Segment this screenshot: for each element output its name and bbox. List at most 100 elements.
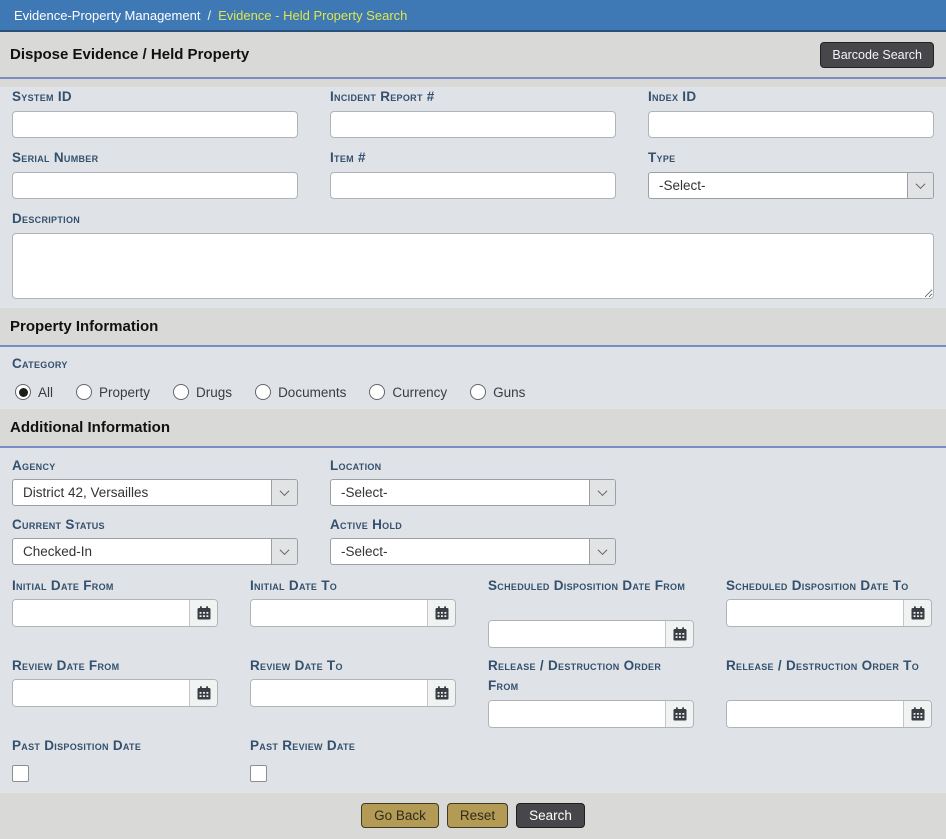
review-date-from-group [12, 679, 218, 707]
initial-date-to-label: Initial Date To [250, 576, 456, 597]
go-back-button[interactable]: Go Back [361, 803, 439, 828]
item-number-input[interactable] [330, 172, 616, 199]
calendar-icon[interactable] [189, 680, 217, 706]
scheduled-disposition-date-to-group [726, 599, 932, 627]
release-destruction-order-to-group [726, 700, 932, 728]
initial-date-from-group [12, 599, 218, 627]
calendar-icon[interactable] [189, 600, 217, 626]
serial-number-input[interactable] [12, 172, 298, 199]
scheduled-disposition-date-to-input[interactable] [727, 600, 903, 626]
radio-icon[interactable] [470, 384, 486, 400]
property-information-header: Property Information [0, 308, 946, 347]
additional-information-title: Additional Information [10, 419, 170, 436]
current-status-select[interactable]: Checked-In [12, 538, 298, 565]
breadcrumb-current: Evidence - Held Property Search [218, 8, 407, 23]
chevron-down-icon[interactable] [589, 480, 615, 505]
agency-select-value: District 42, Versailles [13, 480, 271, 505]
item-number-label: Item # [330, 148, 616, 168]
index-id-label: Index ID [648, 87, 934, 107]
release-destruction-order-from-label: Release / Destruction Order From [488, 656, 694, 698]
description-textarea[interactable] [12, 233, 934, 299]
type-select[interactable]: -Select- [648, 172, 934, 199]
location-label: Location [330, 456, 616, 476]
active-hold-label: Active Hold [330, 515, 616, 535]
incident-report-label: Incident Report # [330, 87, 616, 107]
calendar-icon[interactable] [903, 600, 931, 626]
category-panel: Category All Property Drugs Documents Cu… [0, 347, 946, 409]
system-id-label: System ID [12, 87, 298, 107]
agency-select[interactable]: District 42, Versailles [12, 479, 298, 506]
review-date-to-input[interactable] [251, 680, 427, 706]
chevron-down-icon[interactable] [589, 539, 615, 564]
chevron-down-icon[interactable] [907, 173, 933, 198]
property-information-title: Property Information [10, 318, 158, 335]
scheduled-disposition-date-from-input[interactable] [489, 621, 665, 647]
chevron-down-icon[interactable] [271, 480, 297, 505]
scheduled-disposition-date-from-label: Scheduled Disposition Date From [488, 576, 694, 618]
current-status-select-value: Checked-In [13, 539, 271, 564]
type-label: Type [648, 148, 934, 168]
initial-date-from-input[interactable] [13, 600, 189, 626]
incident-report-input[interactable] [330, 111, 616, 138]
active-hold-select-value: -Select- [331, 539, 589, 564]
initial-date-from-label: Initial Date From [12, 576, 218, 597]
release-destruction-order-to-input[interactable] [727, 701, 903, 727]
scheduled-disposition-date-to-label: Scheduled Disposition Date To [726, 576, 932, 597]
chevron-down-icon[interactable] [271, 539, 297, 564]
agency-label: Agency [12, 456, 298, 476]
category-option-guns[interactable]: Guns [470, 384, 525, 400]
past-review-date-label: Past Review Date [250, 736, 456, 756]
active-hold-select[interactable]: -Select- [330, 538, 616, 565]
breadcrumb-parent-link[interactable]: Evidence-Property Management [14, 8, 200, 23]
breadcrumb: Evidence-Property Management / Evidence … [0, 0, 946, 32]
category-label: Category [12, 354, 934, 374]
additional-information-panel: Agency District 42, Versailles Location … [0, 448, 946, 793]
type-select-value: -Select- [649, 173, 907, 198]
category-option-property[interactable]: Property [76, 384, 150, 400]
release-destruction-order-from-input[interactable] [489, 701, 665, 727]
breadcrumb-separator: / [207, 8, 211, 23]
review-date-to-label: Review Date To [250, 656, 456, 677]
description-label: Description [12, 209, 934, 229]
initial-date-to-input[interactable] [251, 600, 427, 626]
category-option-drugs[interactable]: Drugs [173, 384, 232, 400]
search-button[interactable]: Search [516, 803, 585, 828]
footer-action-bar: Go Back Reset Search [0, 793, 946, 839]
reset-button[interactable]: Reset [447, 803, 508, 828]
past-disposition-date-label: Past Disposition Date [12, 736, 218, 756]
calendar-icon[interactable] [665, 621, 693, 647]
search-fields-panel: System ID Incident Report # Index ID Ser… [0, 87, 946, 308]
calendar-icon[interactable] [665, 701, 693, 727]
location-select-value: -Select- [331, 480, 589, 505]
radio-icon[interactable] [76, 384, 92, 400]
past-review-date-checkbox[interactable] [250, 765, 267, 782]
index-id-input[interactable] [648, 111, 934, 138]
review-date-from-label: Review Date From [12, 656, 218, 677]
radio-icon[interactable] [15, 384, 31, 400]
review-date-to-group [250, 679, 456, 707]
page-title: Dispose Evidence / Held Property [10, 46, 249, 63]
page-header: Dispose Evidence / Held Property Barcode… [0, 32, 946, 79]
past-disposition-date-checkbox[interactable] [12, 765, 29, 782]
release-destruction-order-to-label: Release / Destruction Order To [726, 656, 932, 698]
system-id-input[interactable] [12, 111, 298, 138]
radio-icon[interactable] [255, 384, 271, 400]
category-option-all[interactable]: All [15, 384, 53, 400]
calendar-icon[interactable] [903, 701, 931, 727]
category-radio-group: All Property Drugs Documents Currency Gu… [12, 384, 934, 400]
category-option-currency[interactable]: Currency [369, 384, 447, 400]
additional-information-header: Additional Information [0, 409, 946, 448]
current-status-label: Current Status [12, 515, 298, 535]
barcode-search-button[interactable]: Barcode Search [820, 42, 934, 68]
serial-number-label: Serial Number [12, 148, 298, 168]
scheduled-disposition-date-from-group [488, 620, 694, 648]
category-option-documents[interactable]: Documents [255, 384, 346, 400]
release-destruction-order-from-group [488, 700, 694, 728]
radio-icon[interactable] [173, 384, 189, 400]
calendar-icon[interactable] [427, 680, 455, 706]
calendar-icon[interactable] [427, 600, 455, 626]
initial-date-to-group [250, 599, 456, 627]
location-select[interactable]: -Select- [330, 479, 616, 506]
radio-icon[interactable] [369, 384, 385, 400]
review-date-from-input[interactable] [13, 680, 189, 706]
